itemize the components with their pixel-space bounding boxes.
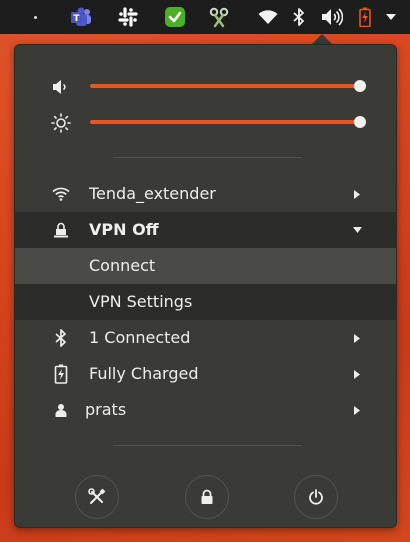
svg-text:T: T (73, 14, 80, 24)
power-icon (309, 489, 323, 505)
vpn-connect-label: Connect (89, 256, 156, 275)
chevron-down-icon (351, 224, 363, 236)
bluetooth-icon[interactable] (288, 0, 310, 34)
checkmark-app-icon[interactable] (160, 0, 190, 34)
user-label: prats (85, 400, 127, 419)
brightness-icon (51, 113, 71, 133)
chevron-right-icon (351, 188, 363, 200)
battery-icon (51, 364, 71, 384)
menu-item-vpn[interactable]: VPN Off (15, 212, 396, 248)
bluetooth-icon (51, 328, 71, 348)
power-button[interactable] (294, 475, 338, 519)
vpn-connect-item[interactable]: Connect (15, 248, 396, 284)
lock-icon (201, 489, 213, 504)
vpn-label: VPN Off (89, 220, 159, 239)
vpn-settings-item[interactable]: VPN Settings (15, 284, 396, 320)
separator (113, 445, 301, 446)
volume-low-icon (51, 77, 71, 97)
menu-item-bluetooth[interactable]: 1 Connected (15, 320, 396, 356)
battery-charging-icon[interactable] (354, 0, 376, 34)
settings-button[interactable] (75, 475, 119, 519)
system-menu: Tenda_extender VPN Off Connect VPN Setti… (14, 44, 397, 528)
separator (113, 157, 301, 158)
menu-item-battery[interactable]: Fully Charged (15, 356, 396, 392)
shutter-icon[interactable] (204, 0, 234, 34)
volume-slider-row (15, 71, 398, 101)
volume-slider-handle[interactable] (354, 80, 366, 92)
settings-icon (88, 488, 106, 504)
user-icon (51, 400, 71, 420)
chevron-right-icon (351, 404, 363, 416)
battery-label: Fully Charged (89, 364, 199, 383)
vpn-icon (51, 220, 71, 240)
volume-slider[interactable] (90, 84, 360, 88)
wifi-icon[interactable] (255, 0, 281, 34)
volume-icon[interactable] (318, 0, 346, 34)
menu-item-wifi[interactable]: Tenda_extender (15, 176, 396, 212)
vpn-settings-label: VPN Settings (89, 292, 193, 311)
wifi-label: Tenda_extender (89, 184, 216, 203)
menu-item-user[interactable]: prats (15, 392, 396, 428)
brightness-slider[interactable] (90, 120, 360, 124)
chevron-right-icon (351, 368, 363, 380)
bluetooth-label: 1 Connected (89, 328, 191, 347)
brightness-slider-handle[interactable] (354, 116, 366, 128)
teams-icon[interactable]: T (66, 0, 96, 34)
top-bar: T (0, 0, 410, 34)
lock-button[interactable] (185, 475, 229, 519)
brightness-slider-row (15, 107, 398, 137)
activities-indicator-icon[interactable] (30, 0, 40, 34)
chevron-right-icon (351, 332, 363, 344)
wifi-icon (51, 184, 71, 204)
dropdown-arrow-icon[interactable] (380, 0, 402, 34)
slack-icon[interactable] (113, 0, 143, 34)
